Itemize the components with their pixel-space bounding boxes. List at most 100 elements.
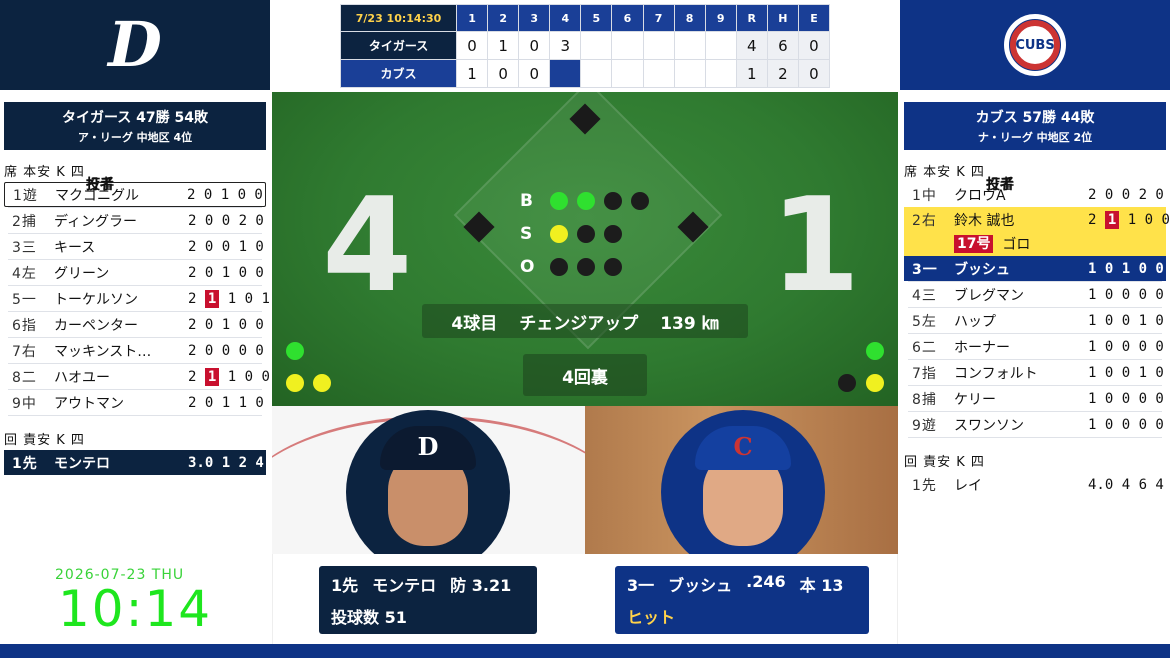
batter-average: .246 (746, 572, 786, 591)
batter-avatar: C (661, 410, 825, 554)
batter-stats: 2 1 1 0 1 (188, 289, 270, 308)
batter-row[interactable]: 9中 アウトマン 2 0 1 1 0 (4, 390, 266, 415)
batter-stats: 2 1 1 0 0 (188, 367, 270, 386)
batter-row[interactable]: 9遊 スワンソン 1 0 0 0 0 (904, 412, 1166, 437)
home-run-badge: 17号 (954, 235, 994, 253)
batter-row[interactable]: 5左 ハップ 1 0 0 1 0 (904, 308, 1166, 333)
batter-name: カーペンター (54, 317, 138, 334)
inning-score: 3 (549, 31, 582, 60)
batting-order: 4左 (12, 265, 37, 282)
scoreboard-screen: D CUBS 7/23 10:14:30 123456789RHE タイガース … (0, 0, 1170, 658)
cubs-icon: CUBS (1004, 14, 1066, 76)
batting-order: 6指 (12, 317, 37, 334)
pitcher-pitch-count: 投球数 51 (331, 608, 407, 627)
away-team-header: タイガース 47勝 54敗 ア・リーグ 中地区 4位 (4, 102, 266, 150)
inning-score: 0 (456, 31, 489, 60)
pitcher-photo-area: D (272, 406, 585, 554)
batter-stats: 2 0 0 2 0 (1088, 186, 1164, 203)
batter-row[interactable]: 4三 ブレグマン 1 0 0 0 0 (904, 282, 1166, 307)
batter-name: ブッシュ (954, 261, 1010, 278)
pitch-type: チェンジアップ (519, 313, 639, 334)
batter-header-row: 打者席 本安 K 四 (4, 158, 266, 194)
batter-stats: 2 1 1 0 0 (1088, 210, 1170, 229)
inning-score: 1 (487, 31, 520, 60)
batter-row[interactable]: 4左 グリーン 2 0 1 0 0 (4, 260, 266, 285)
batting-order: 9中 (12, 395, 37, 412)
clock-time: 10:14 (58, 580, 213, 638)
batter-row[interactable]: 6二 ホーナー 1 0 0 0 0 (904, 334, 1166, 359)
batter-stats: 1 0 0 0 0 (1088, 390, 1164, 407)
pitcher-row[interactable]: 1先レイ 4.0 4 6 4 1 (904, 472, 1170, 497)
batting-order: 9遊 (912, 417, 937, 434)
out-dot (604, 257, 622, 276)
pitcher-order: 1先 (331, 576, 359, 595)
batter-name: グリーン (54, 265, 110, 282)
batting-order: 8捕 (912, 391, 937, 408)
batting-order: 6二 (912, 339, 937, 356)
inning-score (580, 31, 613, 60)
batting-order: 5左 (912, 313, 937, 330)
batter-row[interactable]: 5一 トーケルソン 2 1 1 0 1 (4, 286, 270, 311)
inning-header: 9 (704, 4, 737, 32)
batter-row[interactable]: 8二 ハオユー 2 1 1 0 0 (4, 364, 270, 389)
batter-stats: 2 0 0 0 0 (188, 342, 264, 359)
batter-stats: 1 0 0 1 0 (1088, 364, 1164, 381)
batter-row[interactable]: 6指 カーペンター 2 0 1 0 0 (4, 312, 266, 337)
field-display: 4 1 B S O 4球目 チェンジアップ 139 ㎞ 4回裏 (272, 92, 898, 406)
pitch-info-bar: 4球目 チェンジアップ 139 ㎞ (422, 304, 748, 338)
inning-score (673, 59, 706, 88)
batter-stats: 2 0 1 1 0 (188, 394, 264, 411)
bottom-bar (0, 644, 1170, 658)
total-e: 0 (797, 31, 831, 60)
away-indicator-dot (286, 374, 304, 392)
batter-row[interactable]: 7右 マッキンスト… 2 0 0 0 0 (4, 338, 266, 363)
batting-order: 7右 (12, 343, 37, 360)
away-team-standing: ア・リーグ 中地区 4位 (77, 131, 193, 144)
home-indicator-dot (866, 374, 884, 392)
away-team-name: タイガース (339, 31, 458, 60)
inning-score (642, 59, 675, 88)
cubs-logo-area: CUBS (900, 0, 1170, 90)
inning-score (580, 59, 613, 88)
pitcher-row[interactable]: 1先 モンテロ 3.0 1 2 4 0 (4, 450, 281, 475)
inning-header: 8 (673, 4, 706, 32)
batter-name: コンフォルト (954, 365, 1038, 382)
batting-order: 7指 (912, 365, 937, 382)
inning-score (704, 59, 737, 88)
batter-name: ブレグマン (954, 287, 1024, 304)
pitcher-stats: 4.0 4 6 4 1 (1088, 476, 1170, 493)
inning-score: 0 (518, 31, 551, 60)
batter-row[interactable]: 7指 コンフォルト 1 0 0 1 0 (904, 360, 1166, 385)
home-score: 1 (770, 169, 861, 321)
batter-photo-area: C (585, 406, 898, 554)
inning-score (611, 59, 644, 88)
inning-score (704, 31, 737, 60)
total-r: 4 (735, 31, 768, 60)
pitch-speed: 139 ㎞ (660, 313, 719, 334)
at-bat-note: ゴロ (1002, 237, 1031, 253)
inning-score: 0 (487, 59, 520, 88)
total-r: 1 (735, 59, 768, 88)
batter-name: スワンソン (954, 417, 1024, 434)
batter-stats: 1 0 0 1 0 (1088, 312, 1164, 329)
ball-dot (577, 191, 595, 210)
tigers-cap-icon: D (380, 426, 476, 470)
batter-row[interactable]: 3一 ブッシュ 1 0 1 0 0 (904, 256, 1166, 281)
out-dot (550, 257, 568, 276)
batter-stats: 2 0 0 2 0 (188, 212, 264, 229)
inning-header: 4 (549, 4, 582, 32)
cubs-cap-icon: C (695, 426, 791, 470)
rhe-header: E (797, 4, 831, 32)
inning-header: 6 (611, 4, 644, 32)
inning-header: 5 (580, 4, 613, 32)
ball-dot (604, 191, 622, 210)
pitcher-role: 1先 (912, 477, 937, 494)
batter-row[interactable]: 8捕 ケリー 1 0 0 0 0 (904, 386, 1166, 411)
pitcher-column-labels: 回 責安 K 四 (904, 454, 985, 470)
batter-row[interactable]: 3三 キース 2 0 0 1 0 (4, 234, 266, 259)
home-run-count: 1 (204, 367, 220, 386)
pitcher-card: 1先 モンテロ 防 3.21 投球数 51 (319, 566, 537, 634)
away-score: 4 (322, 169, 413, 321)
pitcher-name: レイ (954, 477, 982, 494)
home-run-count: 1 (1104, 210, 1120, 229)
